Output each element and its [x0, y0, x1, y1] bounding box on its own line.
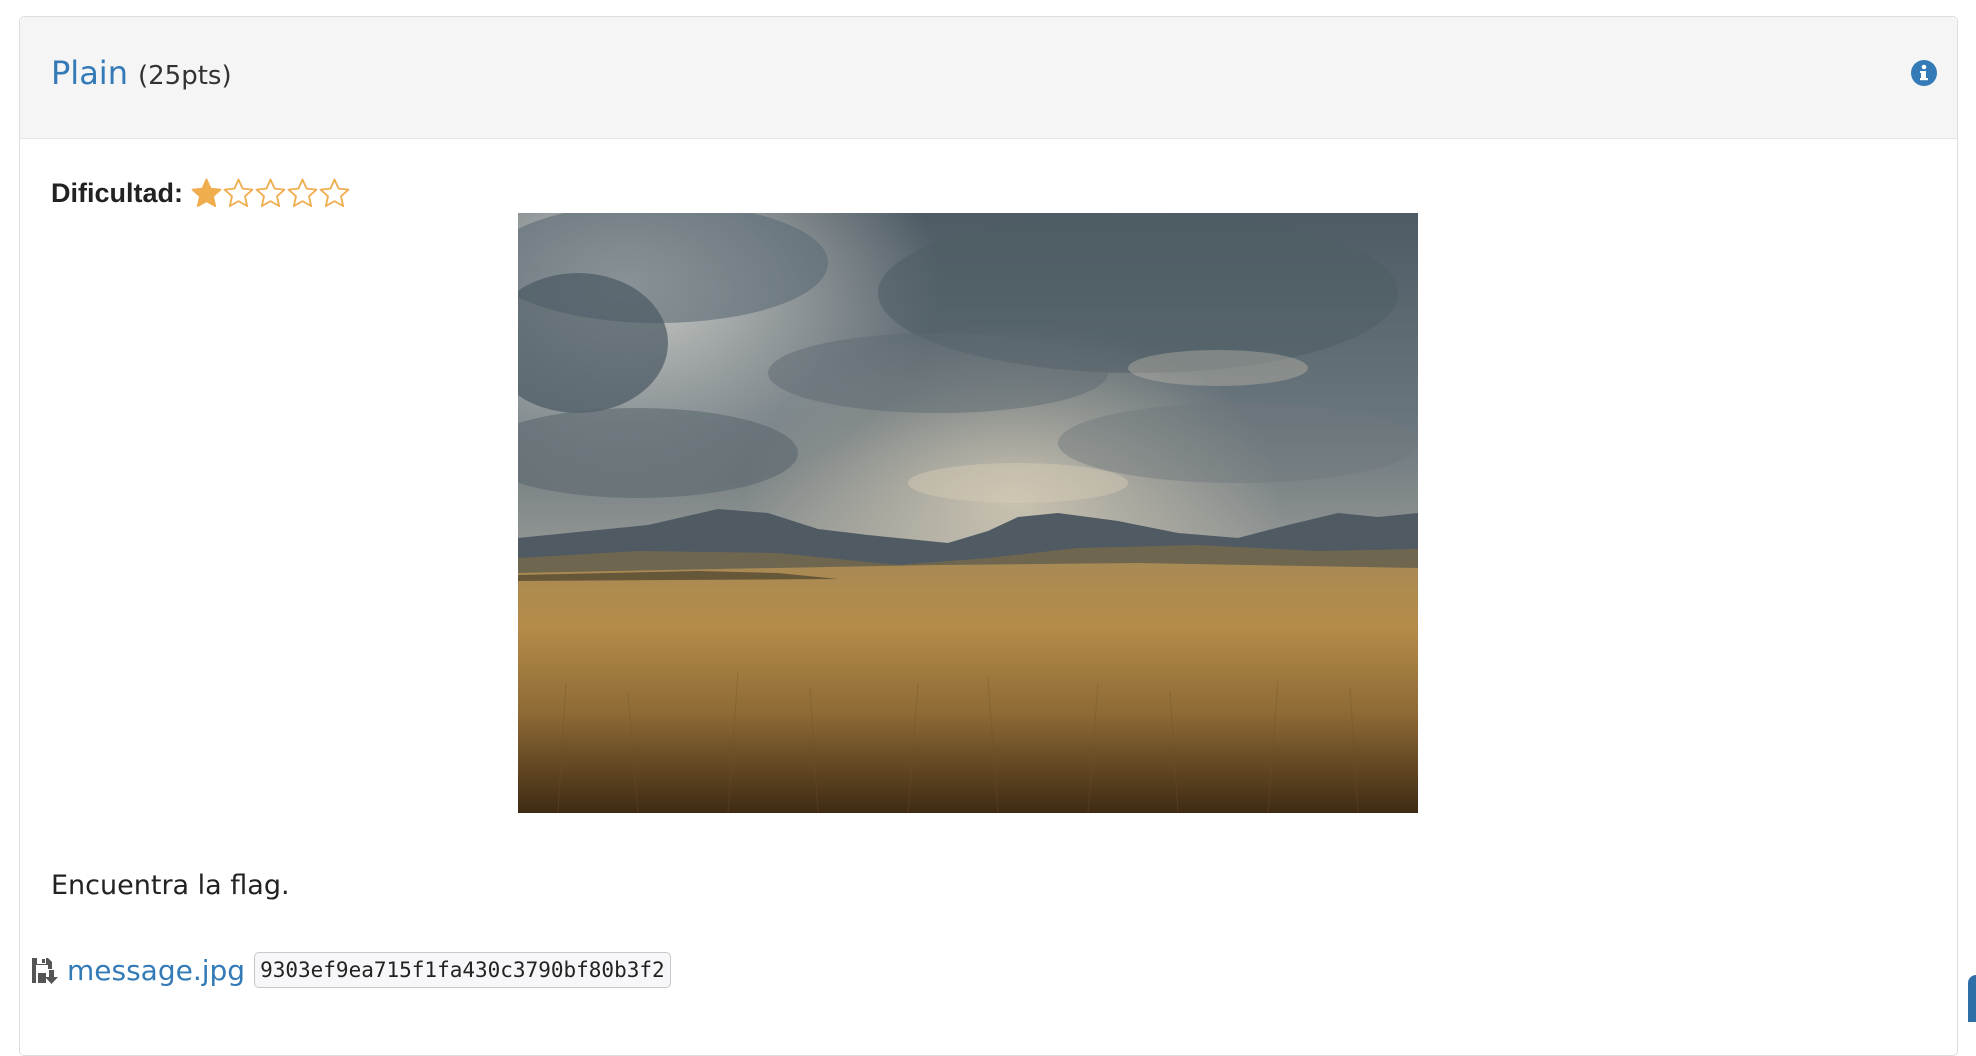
info-circle-icon[interactable]: [1910, 59, 1938, 87]
challenge-image: [518, 213, 1418, 813]
star-empty-icon: [223, 178, 254, 207]
star-empty-icon: [319, 178, 350, 207]
star-empty-icon: [287, 178, 318, 207]
challenge-title-link[interactable]: Plain: [51, 57, 128, 89]
star-empty-icon: [255, 178, 286, 207]
challenge-header: Plain (25pts): [20, 17, 1957, 139]
difficulty-rating: Dificultad:: [51, 176, 350, 210]
attachment-row: message.jpg 9303ef9ea715f1fa430c3790bf80…: [30, 950, 671, 990]
download-file-icon: [30, 956, 59, 985]
challenge-description: Encuentra la flag.: [51, 870, 290, 901]
landscape-image: [518, 213, 1418, 813]
difficulty-label: Dificultad:: [51, 177, 183, 208]
attachment-link[interactable]: message.jpg: [67, 954, 245, 987]
star-rating: [191, 178, 350, 209]
edge-tab[interactable]: [1968, 975, 1976, 1022]
challenge-points: (25pts): [138, 61, 232, 91]
star-filled-icon: [191, 178, 222, 207]
file-hash: 9303ef9ea715f1fa430c3790bf80b3f2: [254, 952, 671, 988]
